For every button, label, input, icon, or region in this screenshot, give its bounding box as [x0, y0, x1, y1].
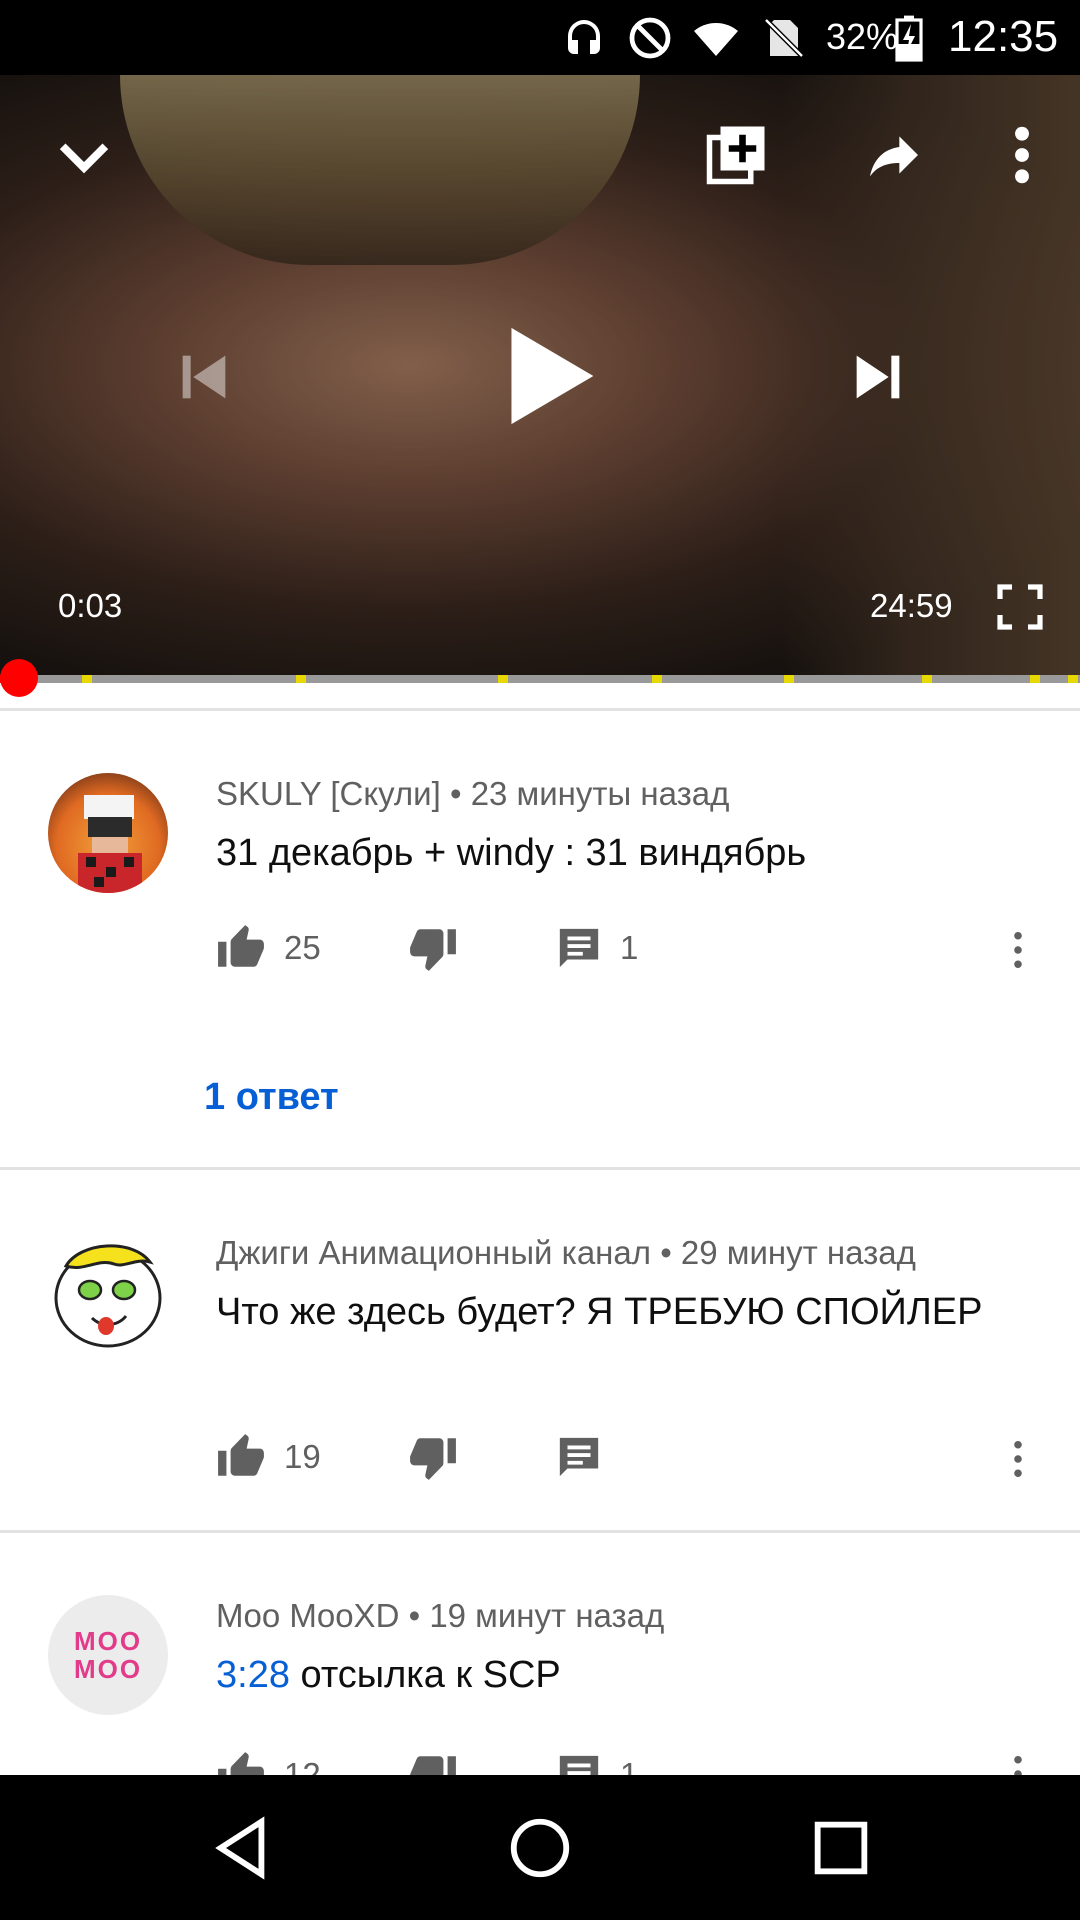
avatar-logo-text: MOO MOO	[73, 1626, 143, 1684]
duration: 24:59	[870, 587, 953, 624]
comment-text: 3:28 отсылка к SCP	[216, 1651, 1036, 1699]
meta-separator: •	[408, 1597, 421, 1634]
fullscreen-icon[interactable]	[996, 583, 1044, 631]
home-icon[interactable]	[505, 1813, 575, 1883]
reply-button[interactable]: 1	[556, 1745, 638, 1775]
recents-icon[interactable]	[806, 1813, 876, 1883]
seek-handle[interactable]	[0, 659, 38, 697]
comment-actions: 19	[216, 1427, 1036, 1487]
comment-item: MOO MOO Moo MooXD • 19 минут назад 3:28 …	[0, 1533, 1080, 1775]
ad-marker	[922, 675, 932, 683]
avatar-image	[54, 1244, 162, 1348]
avatar[interactable]	[48, 773, 168, 893]
thumb-up-icon	[218, 1752, 264, 1775]
view-replies-link[interactable]: 1 ответ	[204, 1076, 339, 1119]
dislike-button[interactable]	[408, 1745, 458, 1775]
ad-marker	[498, 675, 508, 683]
comment-author[interactable]: SKULY [Скули]	[216, 775, 441, 812]
dislike-button[interactable]	[408, 1427, 458, 1487]
comment-actions: 12 1	[216, 1745, 1036, 1775]
seek-bar[interactable]	[0, 659, 1080, 697]
comment-more-icon[interactable]	[1012, 1755, 1024, 1775]
thumb-down-icon	[410, 1756, 456, 1775]
no-sim-icon	[764, 18, 804, 58]
comment-icon	[559, 1437, 599, 1477]
meta-separator: •	[449, 775, 462, 812]
thumb-down-icon	[410, 929, 456, 971]
add-to-playlist-icon[interactable]	[704, 121, 770, 187]
ad-marker	[82, 675, 92, 683]
meta-separator: •	[660, 1234, 672, 1271]
comment-actions: 25 1	[216, 918, 1036, 978]
thumb-up-icon	[218, 925, 264, 967]
clock: 12:35	[948, 12, 1059, 61]
play-icon[interactable]	[500, 323, 600, 429]
comment-item: SKULY [Скули] • 23 минуты назад 31 декаб…	[0, 711, 1080, 1169]
reply-count: 1	[620, 1756, 639, 1775]
battery-charging-icon	[895, 15, 923, 62]
share-icon[interactable]	[862, 123, 926, 187]
thumb-down-icon	[410, 1438, 456, 1480]
comment-item: Джиги Анимационный канал • 29 минут наза…	[0, 1170, 1080, 1530]
avatar[interactable]	[48, 1232, 168, 1352]
comment-time: 23 минуты назад	[470, 775, 730, 812]
comment-text: 31 декабрь + windy : 31 виндябрь	[216, 832, 807, 874]
like-button[interactable]: 12	[216, 1745, 321, 1775]
ad-marker	[1068, 675, 1078, 683]
like-count: 12	[284, 1756, 321, 1775]
comment-meta: SKULY [Скули] • 23 минуты назад	[216, 775, 729, 813]
like-count: 19	[284, 1438, 321, 1475]
comment-more-icon[interactable]	[1012, 931, 1024, 969]
avatar-image	[78, 795, 142, 893]
comment-meta: Джиги Анимационный канал • 29 минут наза…	[216, 1234, 916, 1272]
system-nav-bar	[0, 1775, 1080, 1920]
ad-marker	[784, 675, 794, 683]
do-not-disturb-icon	[629, 17, 671, 59]
ad-marker	[652, 675, 662, 683]
video-player[interactable]: 0:03 24:59	[0, 75, 1080, 680]
more-vert-icon[interactable]	[1004, 123, 1040, 187]
reply-button[interactable]: 1	[556, 918, 638, 978]
reply-count: 1	[620, 929, 639, 966]
comment-body: отсылка к SCP	[300, 1654, 561, 1696]
comment-time: 19 минут назад	[429, 1597, 665, 1634]
collapse-chevron-icon[interactable]	[52, 125, 116, 189]
comment-meta: Moo MooXD • 19 минут назад	[216, 1597, 664, 1635]
comment-icon	[559, 1755, 599, 1775]
comment-time: 29 минут назад	[680, 1234, 916, 1271]
status-bar: 32% 12:35	[0, 0, 1080, 75]
like-count: 25	[284, 929, 321, 966]
timestamp-link[interactable]: 3:28	[216, 1654, 290, 1696]
comment-text: Что же здесь будет? Я ТРЕБУЮ СПОЙЛЕР	[216, 1291, 983, 1333]
comment-more-icon[interactable]	[1012, 1440, 1024, 1478]
comment-author[interactable]: Moo MooXD	[216, 1597, 399, 1634]
previous-icon[interactable]	[172, 345, 236, 409]
comment-icon	[559, 928, 599, 968]
wifi-icon	[694, 23, 738, 56]
ad-marker	[296, 675, 306, 683]
back-icon[interactable]	[206, 1813, 276, 1883]
avatar[interactable]: MOO MOO	[48, 1595, 168, 1715]
current-time: 0:03	[58, 587, 123, 624]
reply-button[interactable]	[556, 1427, 602, 1487]
ad-marker	[1030, 675, 1040, 683]
headphones-icon	[568, 20, 600, 54]
comment-author[interactable]: Джиги Анимационный канал	[216, 1234, 651, 1271]
next-icon[interactable]	[846, 345, 910, 409]
like-button[interactable]: 19	[216, 1427, 321, 1487]
battery-percent: 32%	[826, 16, 899, 57]
like-button[interactable]: 25	[216, 918, 321, 978]
dislike-button[interactable]	[408, 918, 458, 978]
thumb-up-icon	[218, 1434, 264, 1476]
